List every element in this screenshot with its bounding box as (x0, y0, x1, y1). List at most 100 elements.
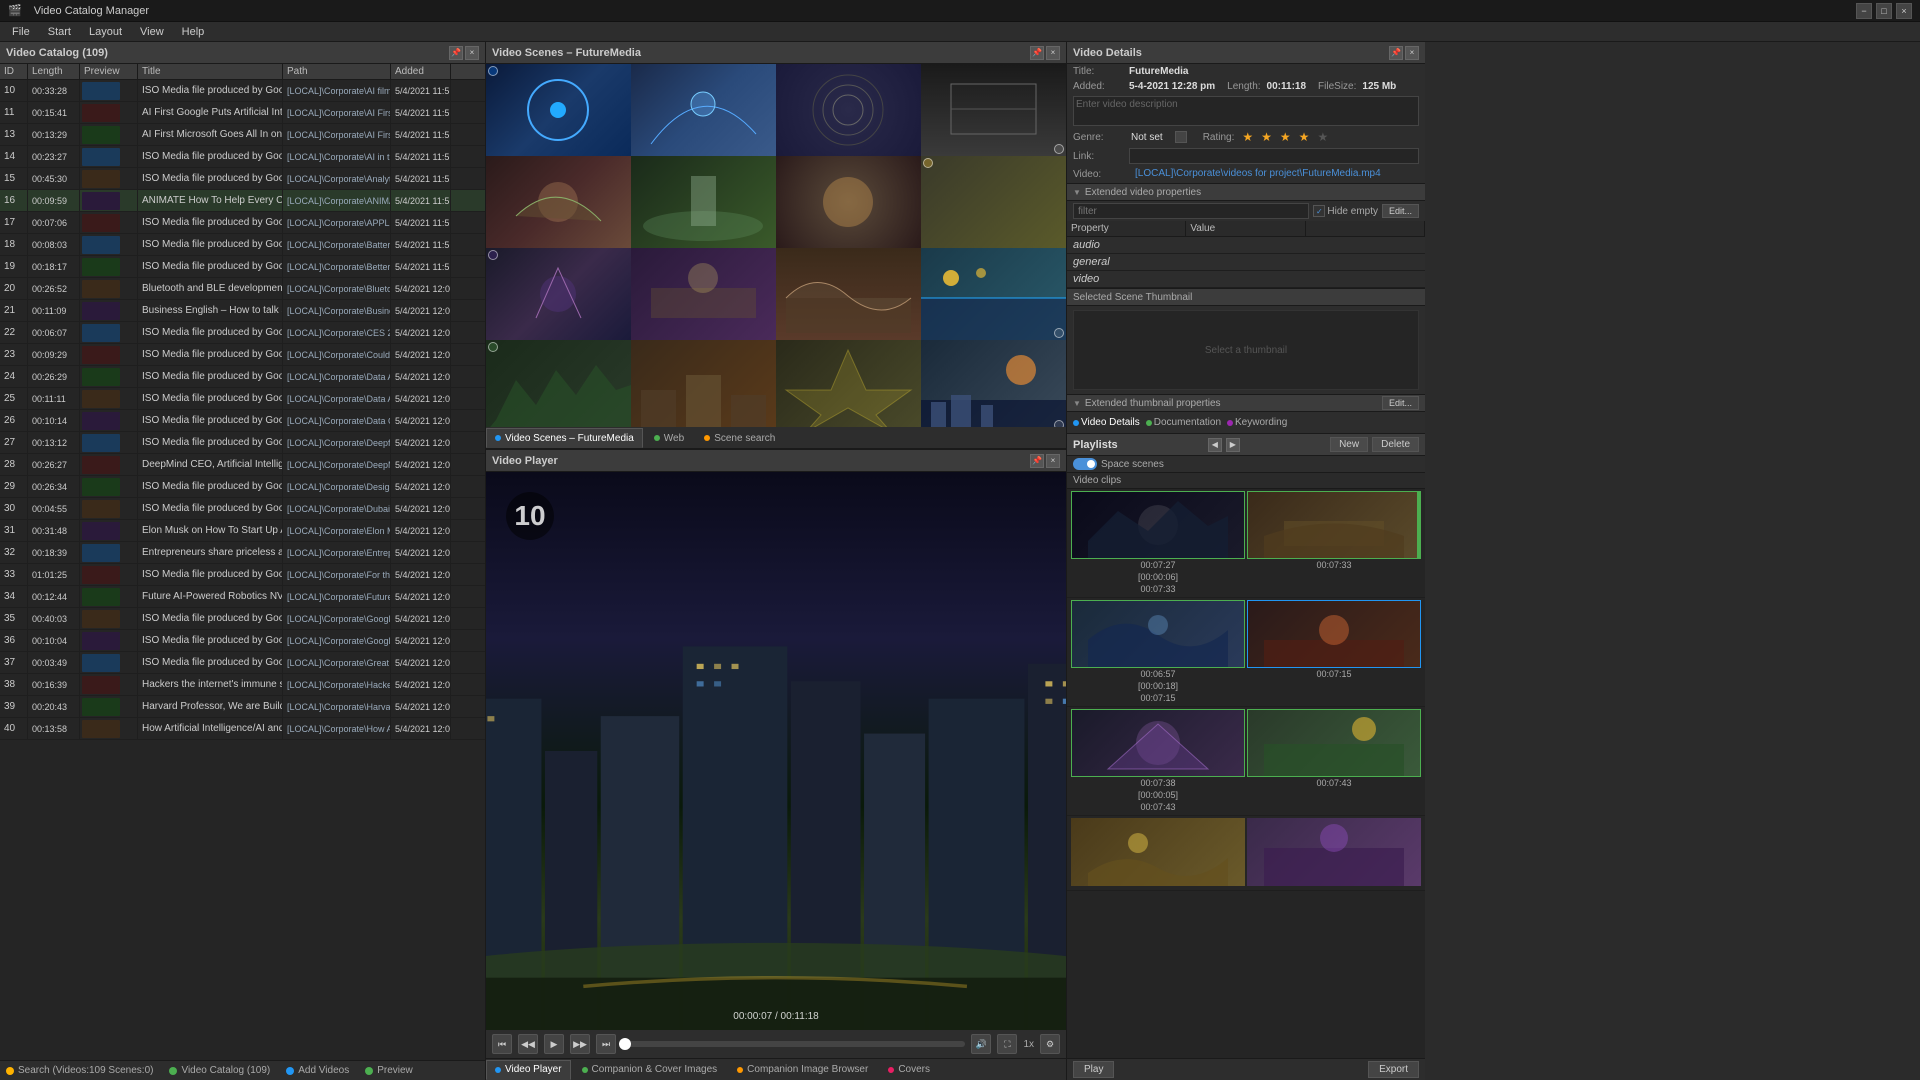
scene-thumb-10[interactable] (631, 248, 776, 340)
progress-bar[interactable] (622, 1041, 965, 1047)
edit-button-2[interactable]: Edit... (1382, 396, 1419, 410)
table-row[interactable]: 22 00:06:07 ISO Media file produced by G… (0, 322, 485, 344)
player-fullscreen[interactable]: ⛶ (997, 1034, 1017, 1054)
extended-props-divider[interactable]: ▼ Extended video properties (1067, 183, 1425, 201)
table-row[interactable]: 28 00:26:27 DeepMind CEO, Artificial Int… (0, 454, 485, 476)
table-row[interactable]: 13 00:13:29 AI First Microsoft Goes All … (0, 124, 485, 146)
scene-thumb-3[interactable] (776, 64, 921, 156)
player-video[interactable]: 10 00:00:07 / 00:11:18 (486, 472, 1066, 1030)
detail-tab-key[interactable]: Keywording (1227, 417, 1287, 428)
table-row[interactable]: 36 00:10:04 ISO Media file produced by G… (0, 630, 485, 652)
table-row[interactable]: 26 00:10:14 ISO Media file produced by G… (0, 410, 485, 432)
player-settings[interactable]: ⚙ (1040, 1034, 1060, 1054)
close-button[interactable]: × (1896, 3, 1912, 19)
status-add[interactable]: Add Videos (286, 1065, 349, 1076)
minimize-button[interactable]: − (1856, 3, 1872, 19)
table-row[interactable]: 17 00:07:06 ISO Media file produced by G… (0, 212, 485, 234)
details-pin-button[interactable]: 📌 (1389, 46, 1403, 60)
tab-scene-search[interactable]: Scene search (695, 428, 784, 448)
play-button[interactable]: Play (1073, 1061, 1114, 1078)
table-row[interactable]: 38 00:16:39 Hackers the internet's immun… (0, 674, 485, 696)
playlist-new-button[interactable]: New (1330, 437, 1368, 452)
table-row[interactable]: 32 00:18:39 Entrepreneurs share priceles… (0, 542, 485, 564)
scene-thumb-2[interactable] (631, 64, 776, 156)
clip-item-6[interactable]: 00:07:43 (1247, 709, 1421, 813)
table-row[interactable]: 39 00:20:43 Harvard Professor, We are Bu… (0, 696, 485, 718)
scene-thumb-9[interactable] (486, 248, 631, 340)
player-volume[interactable]: 🔊 (971, 1034, 991, 1054)
scenes-close-button[interactable]: × (1046, 46, 1060, 60)
catalog-close-button[interactable]: × (465, 46, 479, 60)
detail-tab-video[interactable]: Video Details (1073, 417, 1140, 428)
menu-layout[interactable]: Layout (81, 24, 130, 40)
details-close-button[interactable]: × (1405, 46, 1419, 60)
table-row[interactable]: 29 00:26:34 ISO Media file produced by G… (0, 476, 485, 498)
scene-thumb-14[interactable] (631, 340, 776, 427)
clip-item-2[interactable]: 00:07:33 (1247, 491, 1421, 595)
table-row[interactable]: 21 00:11:09 Business English – How to ta… (0, 300, 485, 322)
star-5[interactable]: ★ (1317, 130, 1328, 144)
table-row[interactable]: 18 00:08:03 ISO Media file produced by G… (0, 234, 485, 256)
table-row[interactable]: 40 00:13:58 How Artificial Intelligence/… (0, 718, 485, 740)
table-row[interactable]: 19 00:18:17 ISO Media file produced by G… (0, 256, 485, 278)
table-row[interactable]: 30 00:04:55 ISO Media file produced by G… (0, 498, 485, 520)
playlists-expand[interactable]: ▶ (1226, 438, 1240, 452)
status-catalog[interactable]: Video Catalog (109) (169, 1065, 270, 1076)
scene-thumb-6[interactable] (631, 156, 776, 248)
table-row[interactable]: 34 00:12:44 Future AI-Powered Robotics N… (0, 586, 485, 608)
table-row[interactable]: 25 00:11:11 ISO Media file produced by G… (0, 388, 485, 410)
space-scenes-switch[interactable] (1073, 458, 1097, 470)
clip-item-8[interactable] (1247, 818, 1421, 888)
scene-thumb-7[interactable] (776, 156, 921, 248)
player-skip-start[interactable]: ⏮ (492, 1034, 512, 1054)
catalog-pin-button[interactable]: 📌 (449, 46, 463, 60)
clip-item-1[interactable]: 00:07:27 [00:00:06] 00:07:33 (1071, 491, 1245, 595)
table-row[interactable]: 24 00:26:29 ISO Media file produced by G… (0, 366, 485, 388)
scenes-pin-button[interactable]: 📌 (1030, 46, 1044, 60)
player-next-frame[interactable]: ▶▶ (570, 1034, 590, 1054)
star-2[interactable]: ★ (1261, 130, 1272, 144)
player-close-button[interactable]: × (1046, 454, 1060, 468)
scene-thumb-16[interactable] (921, 340, 1066, 427)
tab-companion[interactable]: Companion & Cover Images (573, 1060, 727, 1080)
edit-button-1[interactable]: Edit... (1382, 204, 1419, 218)
star-1[interactable]: ★ (1242, 130, 1253, 144)
extended-thumb-divider[interactable]: ▼ Extended thumbnail properties Edit... (1067, 394, 1425, 412)
export-button[interactable]: Export (1368, 1061, 1419, 1078)
playlists-collapse[interactable]: ◀ (1208, 438, 1222, 452)
scene-thumb-5[interactable] (486, 156, 631, 248)
table-row[interactable]: 33 01:01:25 ISO Media file produced by G… (0, 564, 485, 586)
hide-empty-checkbox[interactable] (1313, 205, 1325, 217)
table-row[interactable]: 16 00:09:59 ANIMATE How To Help Every Ch… (0, 190, 485, 212)
table-row[interactable]: 11 00:15:41 AI First Google Puts Artific… (0, 102, 485, 124)
tab-player[interactable]: Video Player (486, 1060, 571, 1080)
table-row[interactable]: 15 00:45:30 ISO Media file produced by G… (0, 168, 485, 190)
genre-dropdown[interactable] (1175, 131, 1187, 143)
table-row[interactable]: 10 00:33:28 ISO Media file produced by G… (0, 80, 485, 102)
tab-covers[interactable]: Covers (879, 1060, 939, 1080)
scene-thumb-13[interactable] (486, 340, 631, 427)
tab-video-scenes[interactable]: Video Scenes – FutureMedia (486, 428, 643, 448)
status-search[interactable]: Search (Videos:109 Scenes:0) (6, 1065, 153, 1076)
scene-thumb-11[interactable] (776, 248, 921, 340)
scene-thumb-1[interactable] (486, 64, 631, 156)
star-3[interactable]: ★ (1280, 130, 1291, 144)
table-row[interactable]: 23 00:09:29 ISO Media file produced by G… (0, 344, 485, 366)
player-pin-button[interactable]: 📌 (1030, 454, 1044, 468)
scene-thumb-15[interactable] (776, 340, 921, 427)
scene-thumb-8[interactable] (921, 156, 1066, 248)
clip-item-3[interactable]: 00:06:57 [00:00:18] 00:07:15 (1071, 600, 1245, 704)
menu-start[interactable]: Start (40, 24, 79, 40)
menu-help[interactable]: Help (174, 24, 213, 40)
detail-tab-doc[interactable]: Documentation (1146, 417, 1221, 428)
table-row[interactable]: 14 00:23:27 ISO Media file produced by G… (0, 146, 485, 168)
player-skip-end[interactable]: ⏭ (596, 1034, 616, 1054)
table-row[interactable]: 31 00:31:48 Elon Musk on How To Start Up… (0, 520, 485, 542)
menu-file[interactable]: File (4, 24, 38, 40)
player-prev-frame[interactable]: ◀◀ (518, 1034, 538, 1054)
star-4[interactable]: ★ (1299, 130, 1310, 144)
description-field[interactable]: Enter video description (1073, 96, 1419, 126)
filter-input[interactable] (1073, 203, 1309, 219)
maximize-button[interactable]: □ (1876, 3, 1892, 19)
link-input[interactable] (1129, 148, 1419, 164)
